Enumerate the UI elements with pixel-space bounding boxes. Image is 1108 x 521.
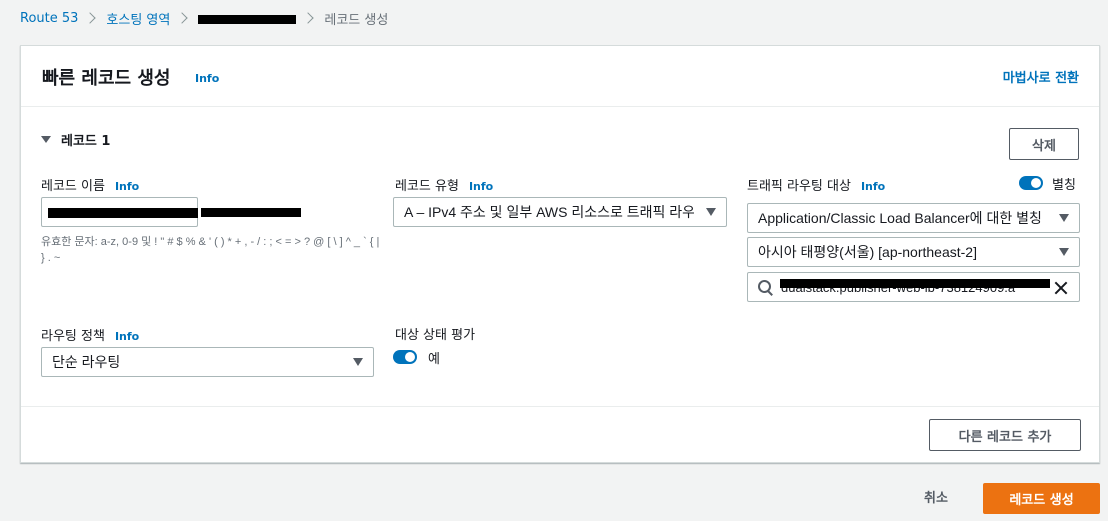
region-value: 아시아 태평양(서울) [ap-northeast-2] bbox=[758, 244, 977, 260]
record-type-label: 레코드 유형 Info bbox=[395, 175, 493, 194]
chevron-right-icon bbox=[84, 12, 97, 24]
record-name-label-text: 레코드 이름 bbox=[41, 179, 105, 194]
record-type-select[interactable]: A – IPv4 주소 및 일부 AWS 리소스로 트래픽 라우팅 bbox=[393, 197, 727, 227]
record-name-label: 레코드 이름 Info bbox=[41, 175, 139, 194]
record-name-input[interactable] bbox=[41, 197, 198, 227]
routing-policy-info-link[interactable]: Info bbox=[115, 330, 139, 343]
add-another-record-button[interactable]: 다른 레코드 추가 bbox=[929, 419, 1081, 451]
routing-policy-label-text: 라우팅 정책 bbox=[41, 329, 105, 344]
record-name-info-link[interactable]: Info bbox=[115, 180, 139, 193]
routing-policy-value: 단순 라우팅 bbox=[52, 354, 121, 370]
chevron-right-icon bbox=[302, 12, 315, 24]
breadcrumb-current: 레코드 생성 bbox=[324, 12, 389, 28]
caret-down-icon bbox=[353, 358, 363, 366]
endpoint-select[interactable]: Application/Classic Load Balancer에 대한 별칭 bbox=[747, 203, 1080, 233]
caret-down-icon bbox=[706, 208, 716, 216]
breadcrumb-route53[interactable]: Route 53 bbox=[20, 11, 78, 26]
record-section-toggle[interactable]: 레코드 1 bbox=[41, 130, 110, 149]
redacted-record-name bbox=[48, 208, 198, 218]
record-type-info-link[interactable]: Info bbox=[469, 180, 493, 193]
caret-down-icon bbox=[41, 136, 51, 143]
create-records-button[interactable]: 레코드 생성 bbox=[983, 483, 1100, 514]
record-name-hint: 유효한 문자: a-z, 0-9 및 ! " # $ % & ' ( ) * +… bbox=[41, 236, 380, 264]
route-traffic-info-link[interactable]: Info bbox=[861, 180, 885, 193]
health-toggle-label: 예 bbox=[428, 352, 440, 367]
route-traffic-label-text: 트래픽 라우팅 대상 bbox=[747, 179, 851, 194]
redacted-domain-suffix bbox=[201, 208, 301, 217]
close-icon[interactable] bbox=[1053, 280, 1069, 296]
breadcrumb-hosted-zones[interactable]: 호스팅 영역 bbox=[106, 9, 170, 28]
panel-divider bbox=[21, 406, 1099, 407]
breadcrumb-redacted-zone[interactable] bbox=[198, 14, 297, 24]
quick-create-panel: 빠른 레코드 생성 Info 마법사로 전환 레코드 1 삭제 레코드 이름 In… bbox=[20, 45, 1100, 463]
region-select[interactable]: 아시아 태평양(서울) [ap-northeast-2] bbox=[747, 237, 1080, 267]
record-type-value: A – IPv4 주소 및 일부 AWS 리소스로 트래픽 라우팅 bbox=[404, 204, 694, 220]
routing-policy-select[interactable]: 단순 라우팅 bbox=[41, 347, 374, 377]
record-type-label-text: 레코드 유형 bbox=[395, 179, 459, 194]
breadcrumb: Route 53 호스팅 영역 레코드 생성 bbox=[20, 8, 388, 28]
health-label: 대상 상태 평가 bbox=[395, 328, 476, 343]
routing-policy-label: 라우팅 정책 Info bbox=[41, 325, 139, 344]
redacted-load-balancer bbox=[780, 279, 1050, 288]
switch-to-wizard-link[interactable]: 마법사로 전환 bbox=[1003, 67, 1079, 86]
search-icon bbox=[758, 279, 773, 295]
panel-header: 빠른 레코드 생성 Info 마법사로 전환 bbox=[21, 46, 1099, 107]
record-title: 레코드 1 bbox=[61, 134, 111, 149]
health-toggle[interactable] bbox=[393, 350, 417, 364]
route-traffic-label: 트래픽 라우팅 대상 Info bbox=[747, 175, 885, 194]
caret-down-icon bbox=[1059, 248, 1069, 256]
load-balancer-search[interactable]: dualstack.publisher-web-lb-738124909.a bbox=[747, 272, 1080, 302]
alias-toggle-label: 별칭 bbox=[1052, 178, 1076, 193]
caret-down-icon bbox=[1059, 214, 1069, 222]
delete-button[interactable]: 삭제 bbox=[1009, 128, 1079, 160]
alias-toggle[interactable] bbox=[1019, 176, 1043, 190]
page-title: 빠른 레코드 생성 bbox=[42, 68, 171, 89]
title-info-link[interactable]: Info bbox=[195, 72, 219, 85]
endpoint-value: Application/Classic Load Balancer에 대한 별칭 bbox=[758, 210, 1042, 226]
cancel-button[interactable]: 취소 bbox=[924, 487, 948, 506]
chevron-right-icon bbox=[176, 12, 189, 24]
